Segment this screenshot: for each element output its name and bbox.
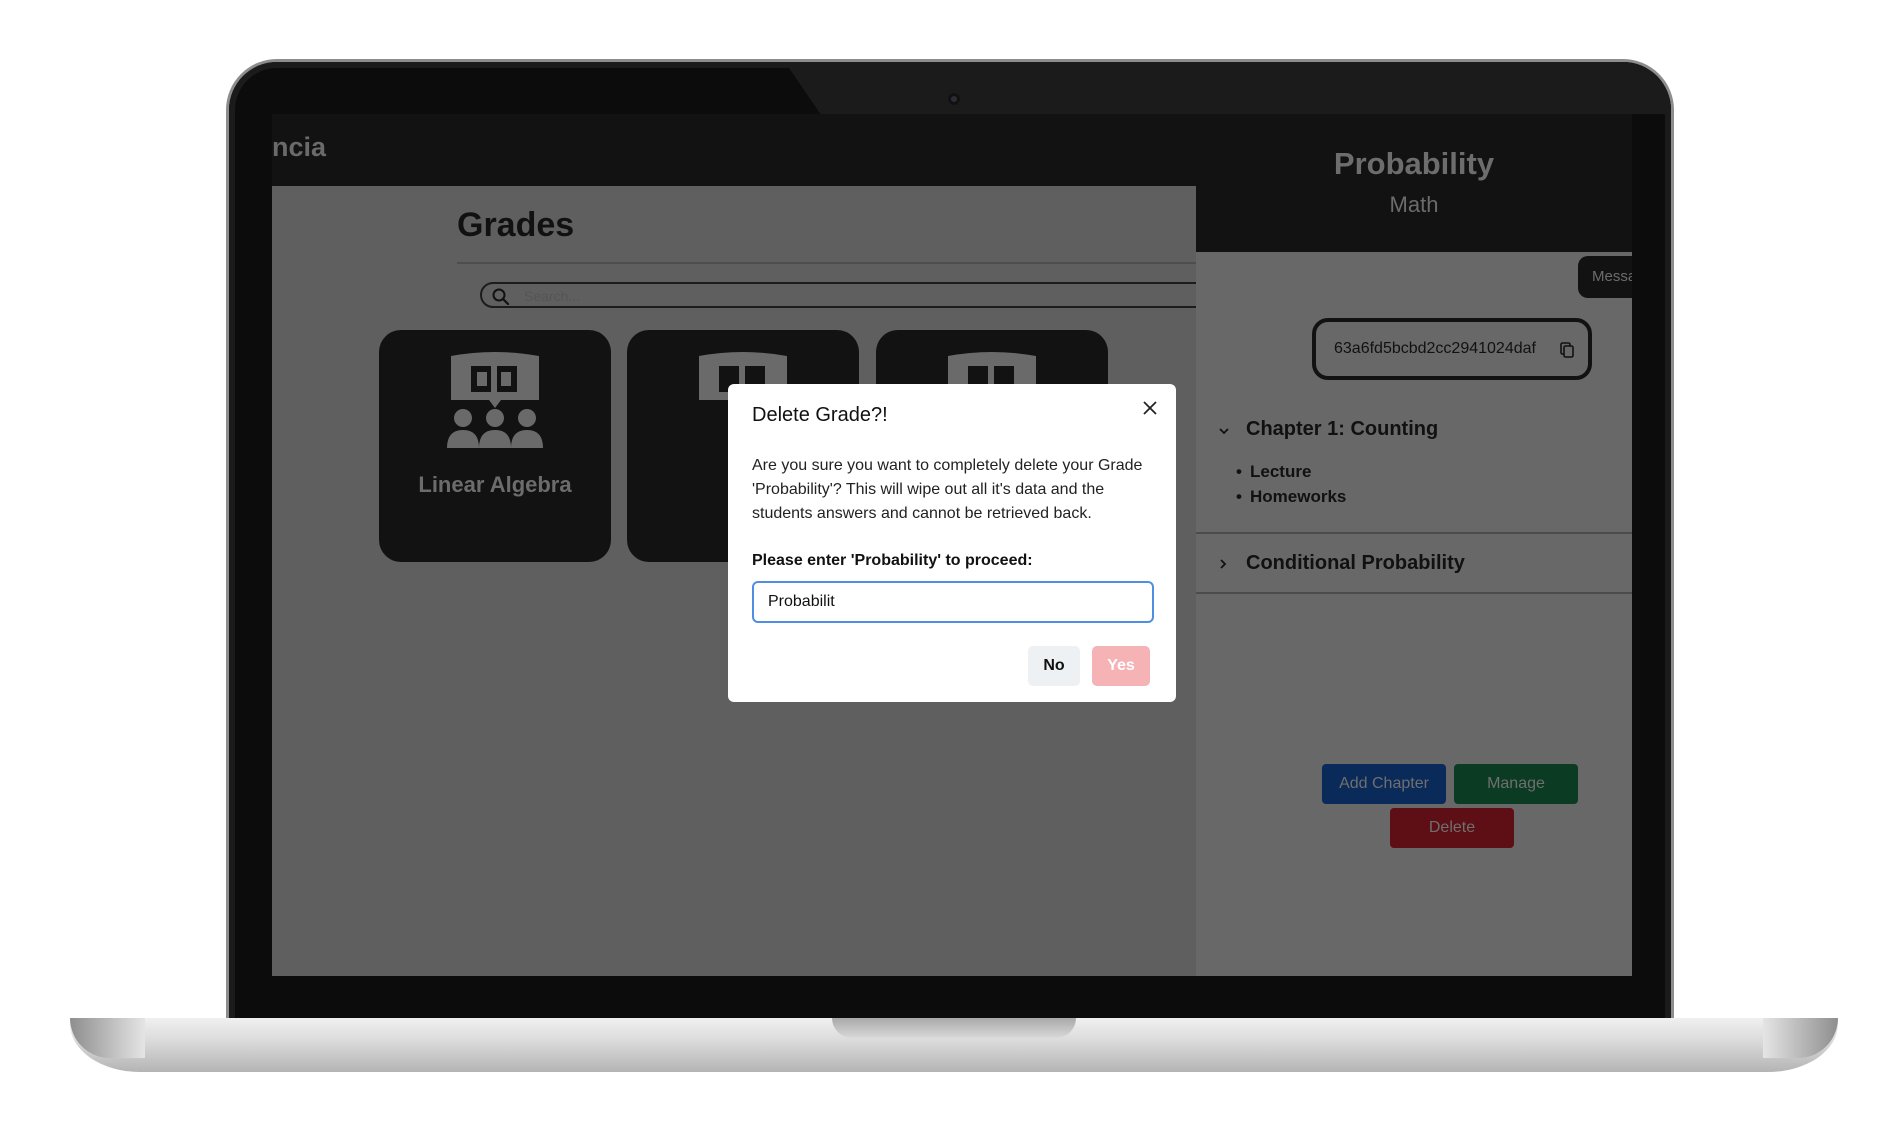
confirm-prompt-label: Please enter 'Probability' to proceed: xyxy=(752,552,1033,569)
close-icon[interactable] xyxy=(1142,400,1158,416)
add-chapter-button[interactable]: Add Chapter xyxy=(1322,764,1446,804)
grade-id-pill[interactable]: 63a6fd5bcbd2cc2941024daf xyxy=(1312,318,1592,380)
panel-header: Probability Math xyxy=(1196,114,1632,252)
chapter-title[interactable]: Chapter 1: Counting xyxy=(1246,418,1438,441)
card-label: Linear Algebra xyxy=(418,472,572,497)
panel-title: Probability xyxy=(1333,146,1495,181)
lid-gloss xyxy=(785,62,1671,114)
lesson-item[interactable]: Lecture xyxy=(1236,462,1312,482)
grade-card-linear-algebra[interactable]: Linear Algebra xyxy=(379,330,611,562)
search-icon xyxy=(492,288,510,306)
copy-icon[interactable] xyxy=(1560,342,1574,358)
chevron-right-icon[interactable] xyxy=(1218,558,1228,570)
chapter-title[interactable]: Conditional Probability xyxy=(1246,552,1465,575)
messages-button[interactable]: Messa xyxy=(1578,256,1632,298)
laptop-notch xyxy=(832,1018,1076,1038)
chapter-divider xyxy=(1196,592,1632,594)
panel-subtitle: Math xyxy=(1389,192,1439,217)
classroom-icon xyxy=(447,352,543,448)
search-input[interactable] xyxy=(522,286,1206,306)
laptop-base-right-edge xyxy=(1763,1018,1838,1058)
chevron-down-icon[interactable] xyxy=(1218,426,1230,436)
no-button[interactable]: No xyxy=(1028,646,1080,686)
manage-button[interactable]: Manage xyxy=(1454,764,1578,804)
delete-grade-modal: Delete Grade?! Are you sure you want to … xyxy=(728,384,1176,702)
lesson-item[interactable]: Homeworks xyxy=(1236,487,1346,507)
top-navbar: ncia xyxy=(272,114,1196,186)
title-divider xyxy=(457,262,1197,264)
confirm-name-input[interactable] xyxy=(752,581,1154,623)
grade-id-text: 63a6fd5bcbd2cc2941024daf xyxy=(1334,340,1536,357)
laptop-base-left-edge xyxy=(70,1018,145,1058)
chapter-divider xyxy=(1196,532,1632,534)
delete-button[interactable]: Delete xyxy=(1390,808,1514,848)
camera-icon xyxy=(948,93,960,105)
modal-title: Delete Grade?! xyxy=(752,404,888,426)
page-title: Grades xyxy=(457,206,575,244)
brand-logo[interactable]: ncia xyxy=(272,132,326,163)
search-bar[interactable] xyxy=(480,282,1240,308)
modal-body-text: Are you sure you want to completely dele… xyxy=(752,457,1143,522)
yes-button[interactable]: Yes xyxy=(1092,646,1150,686)
grade-detail-panel: Probability Math Messa 63a6fd5bcbd2cc294… xyxy=(1196,114,1632,976)
